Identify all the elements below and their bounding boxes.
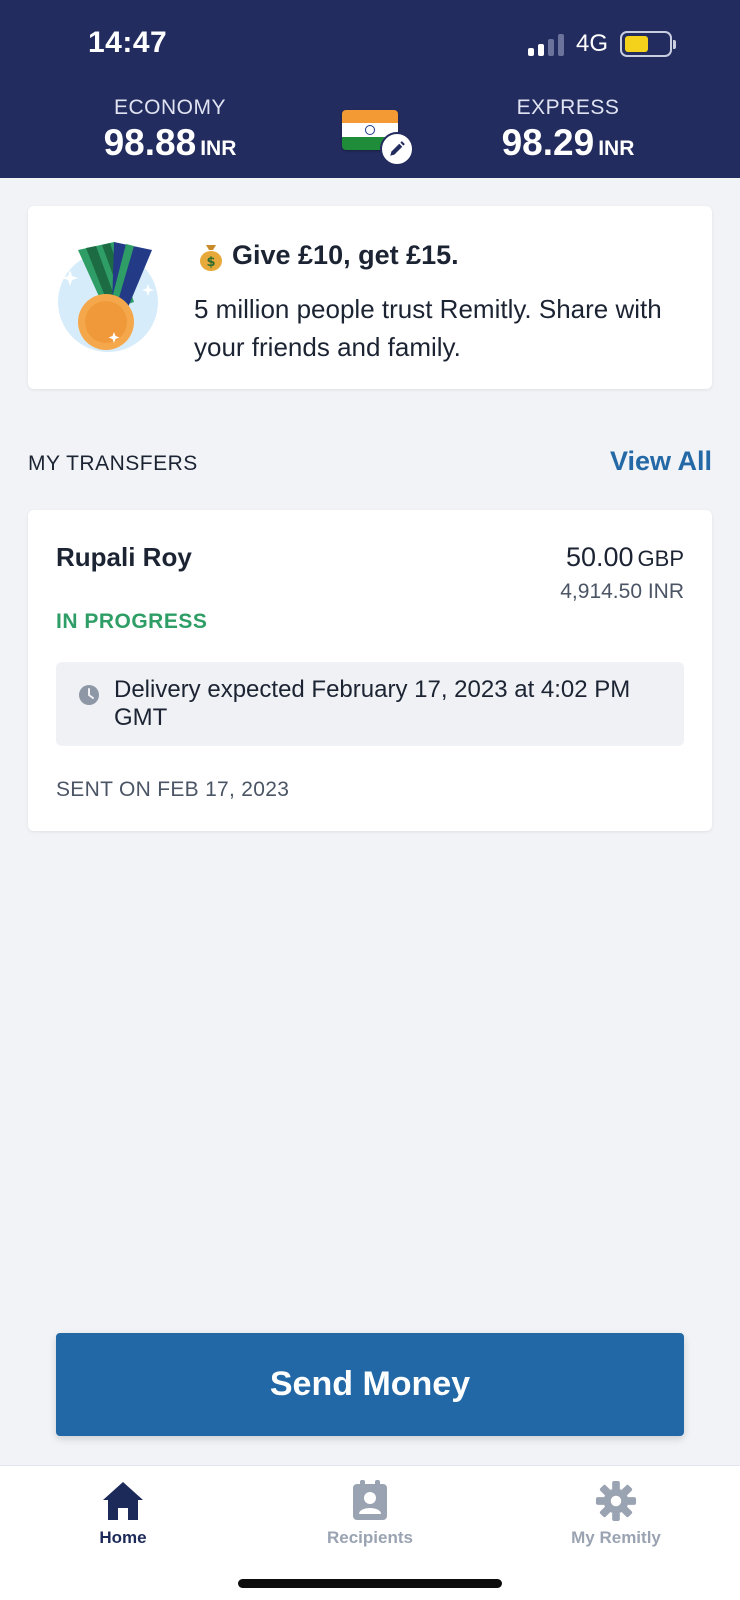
money-bag-icon: $ (200, 244, 222, 271)
view-all-link[interactable]: View All (610, 446, 712, 477)
delivery-info: Delivery expected February 17, 2023 at 4… (56, 662, 684, 746)
home-icon (103, 1482, 143, 1520)
economy-rate: ECONOMY 98.88 INR (70, 96, 270, 164)
signal-icon (527, 32, 564, 56)
clock-icon (79, 685, 99, 705)
network-label: 4G (575, 30, 608, 57)
edit-icon (380, 132, 414, 166)
send-money-button[interactable]: Send Money (56, 1333, 684, 1436)
sent-date: SENT ON FEB 17, 2023 (56, 778, 290, 801)
express-rate: EXPRESS 98.29 INR (468, 96, 668, 164)
tab-home-label: Home (99, 1528, 147, 1547)
status-badge: IN PROGRESS (56, 610, 208, 633)
express-label: EXPRESS (516, 96, 620, 119)
svg-text:$: $ (206, 255, 215, 270)
delivery-text: Delivery expected February 17, 2023 at 4… (114, 676, 631, 731)
medal-icon (58, 242, 158, 352)
promo-title: Give £10, get £15. (232, 240, 459, 270)
rate-header: 14:47 4G ECONOMY 98.88 INR EXPRESS 98.29 I… (0, 0, 740, 178)
home-indicator (238, 1579, 502, 1588)
tab-my-remitly[interactable]: My Remitly (526, 1480, 706, 1548)
contact-card-icon (353, 1480, 387, 1520)
express-currency: INR (598, 137, 635, 160)
tab-home[interactable]: Home (33, 1480, 213, 1548)
referral-promo-card[interactable]: $ Give £10, get £15. 5 million people tr… (28, 206, 712, 389)
converted-amount: 4,914.50 INR (560, 580, 684, 603)
recipient-name: Rupali Roy (56, 542, 192, 572)
transfer-amount: 50.00 GBP (566, 542, 684, 573)
economy-currency: INR (200, 137, 237, 160)
gear-icon (595, 1480, 637, 1522)
express-value: 98.29 (501, 122, 595, 163)
transfer-card[interactable]: Rupali Roy 50.00 GBP 4,914.50 INR IN PROG… (28, 510, 712, 831)
economy-label: ECONOMY (113, 96, 226, 119)
promo-body: 5 million people trust Remitly. Share wi… (194, 294, 662, 362)
battery-icon (620, 31, 676, 57)
status-time: 14:47 (88, 26, 168, 59)
amount-value: 50.00 (565, 542, 634, 572)
tab-recipients[interactable]: Recipients (280, 1480, 460, 1548)
status-icons: 4G (527, 30, 676, 58)
my-transfers-heading: MY TRANSFERS (28, 452, 198, 475)
amount-currency: GBP (637, 546, 684, 571)
economy-value: 98.88 (103, 122, 197, 163)
country-selector[interactable] (342, 110, 416, 166)
tab-recipients-label: Recipients (327, 1528, 413, 1547)
tab-my-remitly-label: My Remitly (571, 1528, 661, 1547)
